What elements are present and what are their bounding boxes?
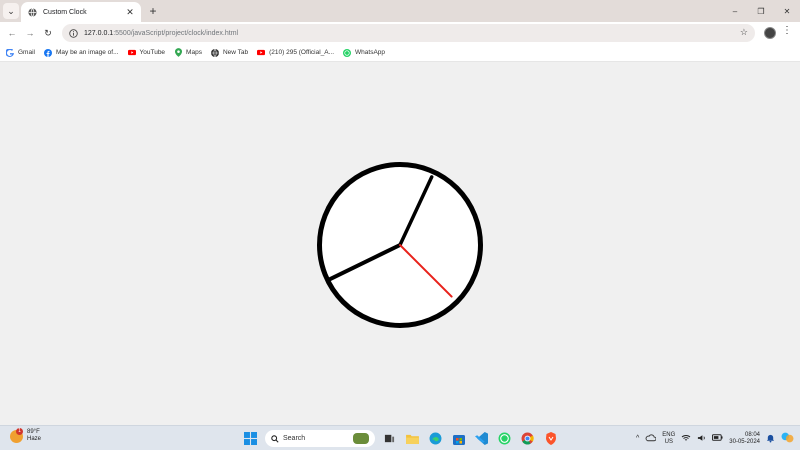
volume-icon[interactable] <box>697 434 706 444</box>
youtube-icon <box>257 49 266 57</box>
taskbar: 1 89°F Haze Search ^ ENG US 08:04 30-05-… <box>0 425 800 450</box>
notification-badge: 1 <box>16 427 23 435</box>
tray-date: 30-05-2024 <box>729 438 760 445</box>
weather-temp: 89°F <box>27 429 40 435</box>
bookmark-label: New Tab <box>222 49 249 56</box>
battery-icon[interactable] <box>712 434 723 443</box>
edge-icon[interactable] <box>427 430 444 447</box>
taskbar-search[interactable]: Search <box>265 430 375 447</box>
chrome-icon[interactable] <box>519 430 536 447</box>
chevron-down-icon: ⌄ <box>7 5 15 16</box>
wifi-icon[interactable] <box>681 434 691 444</box>
bookmark-item[interactable]: New Tab <box>210 48 249 57</box>
bookmark-label: Gmail <box>18 49 35 56</box>
clock <box>317 162 483 328</box>
vscode-icon[interactable] <box>473 430 490 447</box>
bookmark-label: YouTube <box>139 49 166 56</box>
back-button[interactable]: ← <box>4 25 20 41</box>
address-bar[interactable]: 127.0.0.1:5500/javaScript/project/clock/… <box>62 24 755 42</box>
more-menu-icon[interactable]: ⋮ <box>782 25 792 36</box>
profile-avatar[interactable] <box>764 27 776 39</box>
reload-button[interactable]: ↻ <box>40 25 56 41</box>
tab-close-icon[interactable]: ✕ <box>125 7 135 18</box>
bookmark-item[interactable]: May be an image of... <box>43 48 119 57</box>
url-path: :5500/javaScript/project/clock/index.htm… <box>113 29 239 37</box>
whatsapp-icon <box>343 48 352 57</box>
bookmark-label: May be an image of... <box>55 49 119 56</box>
globe-icon <box>210 48 219 57</box>
bookmark-label: WhatsApp <box>355 49 386 56</box>
copilot-icon[interactable] <box>781 431 794 446</box>
bookmark-item[interactable]: Maps <box>174 48 202 57</box>
language-code: ENG <box>662 431 676 438</box>
facebook-icon <box>43 48 52 57</box>
store-icon[interactable] <box>450 430 467 447</box>
bookmark-item[interactable]: (210) 295 (Official_A... <box>257 49 334 57</box>
system-tray: ^ ENG US 08:04 30-05-2024 <box>636 429 794 448</box>
tab-search-button[interactable]: ⌄ <box>3 3 19 19</box>
file-explorer-icon[interactable] <box>404 430 421 447</box>
search-label: Search <box>283 435 306 442</box>
whatsapp-icon[interactable] <box>496 430 513 447</box>
close-window-button[interactable]: ✕ <box>774 0 800 22</box>
bookmark-item[interactable]: Gmail <box>6 48 35 57</box>
search-icon <box>271 434 279 443</box>
restore-button[interactable]: ❐ <box>748 0 774 22</box>
youtube-icon <box>127 49 136 57</box>
new-tab-button[interactable]: + <box>147 4 159 18</box>
tray-time: 08:04 <box>744 431 760 438</box>
globe-icon <box>27 7 37 17</box>
google-icon <box>6 48 14 57</box>
search-highlight-icon <box>353 433 369 444</box>
weather-condition: Haze <box>27 436 42 442</box>
browser-toolbar: ← → ↻ 127.0.0.1:5500/javaScript/project/… <box>0 22 800 44</box>
bookmark-label: Maps <box>186 49 202 56</box>
tab-title: Custom Clock <box>43 8 87 16</box>
bookmark-item[interactable]: YouTube <box>127 49 166 57</box>
url-host: 127.0.0.1 <box>84 29 114 37</box>
weather-widget[interactable]: 1 89°F Haze <box>10 427 42 443</box>
bookmark-label: (210) 295 (Official_A... <box>269 49 335 56</box>
taskbar-apps: Search <box>242 429 559 448</box>
notification-bell-icon[interactable] <box>766 433 775 445</box>
language-indicator[interactable]: ENG US <box>662 432 675 446</box>
bookmark-item[interactable]: WhatsApp <box>343 48 386 57</box>
maps-icon <box>174 48 182 57</box>
forward-button[interactable]: → <box>22 25 38 41</box>
windows-start-icon[interactable] <box>242 430 259 447</box>
region-code: US <box>664 438 673 445</box>
taskbar-clock[interactable]: 08:04 30-05-2024 <box>729 432 760 446</box>
window-controls: – ❐ ✕ <box>722 0 800 22</box>
bookmark-star-icon[interactable]: ☆ <box>740 27 748 38</box>
minimize-button[interactable]: – <box>722 0 748 22</box>
sun-haze-icon: 1 <box>10 427 23 443</box>
onedrive-icon[interactable] <box>645 433 657 444</box>
tab-strip: ⌄ Custom Clock ✕ + – ❐ ✕ <box>0 0 800 22</box>
bookmarks-bar: Gmail May be an image of... YouTube Maps New… <box>0 44 800 62</box>
show-hidden-icons-icon[interactable]: ^ <box>636 435 639 442</box>
brave-icon[interactable] <box>542 430 559 447</box>
page-content <box>0 63 800 425</box>
task-view-icon[interactable] <box>381 430 398 447</box>
browser-tab[interactable]: Custom Clock ✕ <box>21 2 141 22</box>
info-icon[interactable] <box>68 28 78 38</box>
